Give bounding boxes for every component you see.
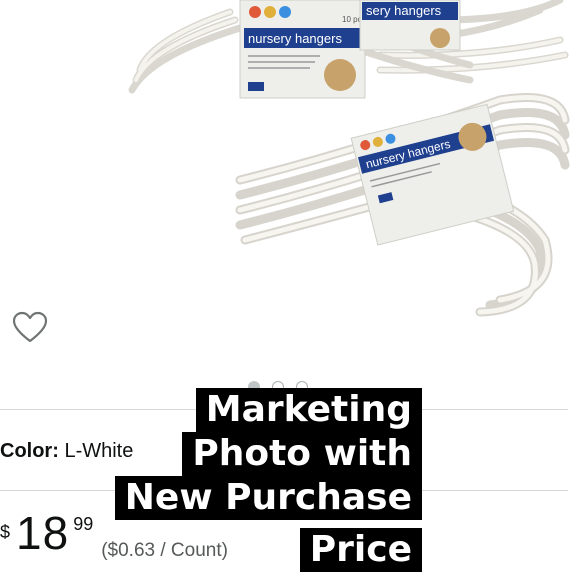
product-image[interactable]: 10 pcs nursery hangers sery hangers nurs… xyxy=(110,0,580,330)
color-selection[interactable]: Color: L-White xyxy=(0,440,133,463)
caption-line-1: Marketing xyxy=(195,388,422,432)
heart-outline-icon[interactable] xyxy=(12,310,48,346)
svg-text:nursery hangers: nursery hangers xyxy=(248,31,342,46)
svg-text:sery hangers: sery hangers xyxy=(366,3,442,18)
price-currency: $ xyxy=(0,522,11,542)
package-label-1: 10 pcs nursery hangers xyxy=(239,0,366,99)
price-whole: 18 xyxy=(16,507,70,559)
overlay-caption: Marketing Photo with New Purchase Price xyxy=(114,388,422,580)
price-fraction: 99 xyxy=(73,514,94,534)
caption-line-3: New Purchase xyxy=(114,476,422,520)
color-label: Color: xyxy=(0,440,59,462)
caption-line-2: Photo with xyxy=(182,432,422,476)
package-label-2: sery hangers xyxy=(359,0,461,51)
caption-line-4: Price xyxy=(299,528,422,572)
